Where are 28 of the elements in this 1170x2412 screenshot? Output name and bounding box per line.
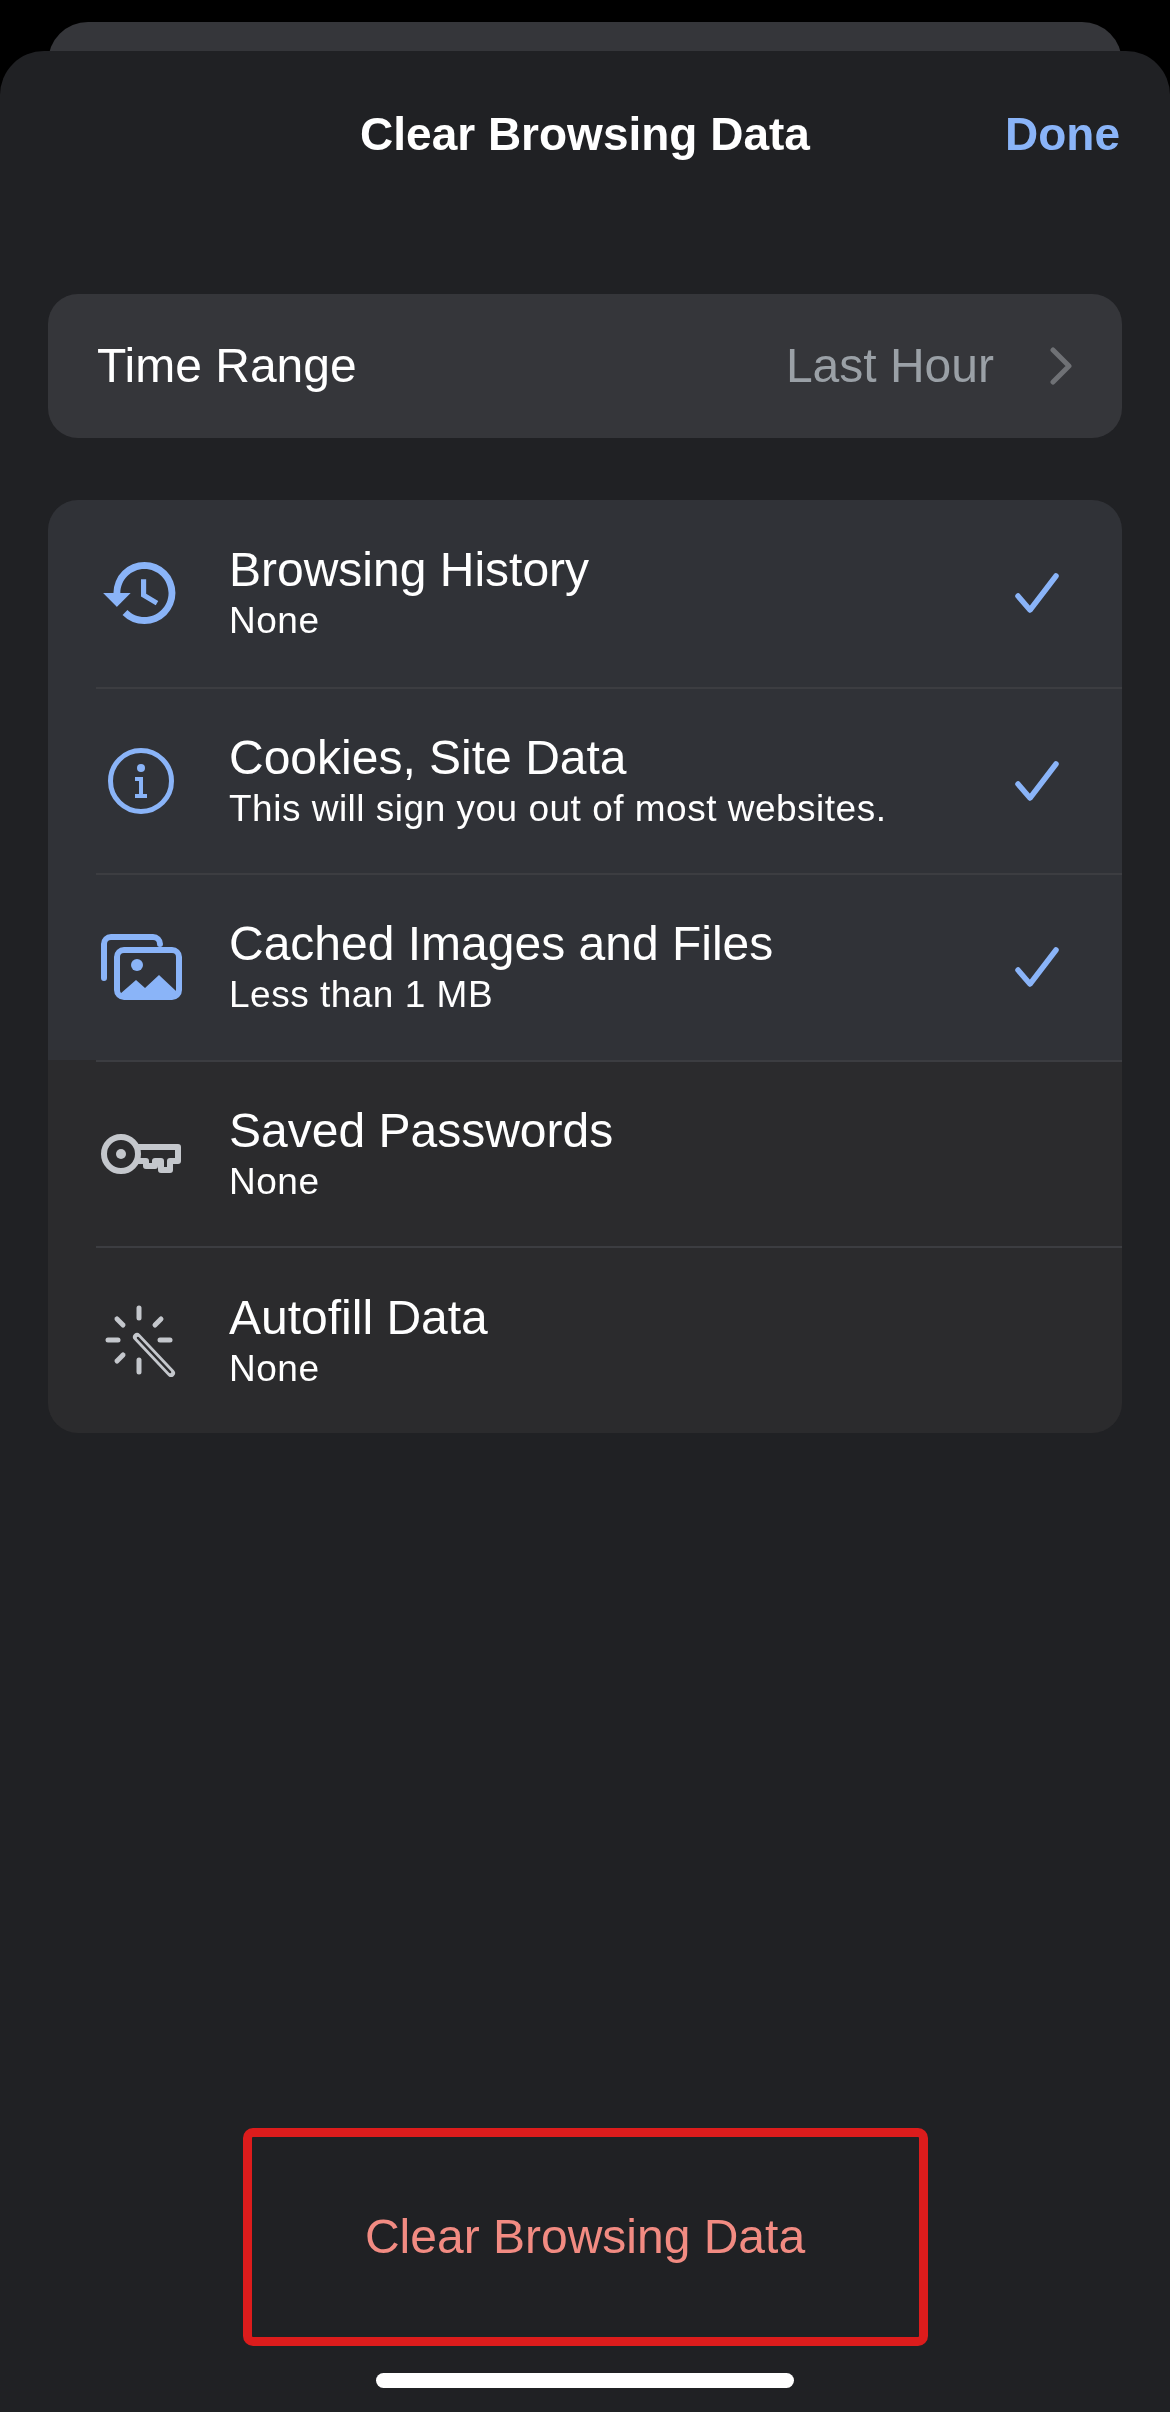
data-type-row[interactable]: Cookies, Site Data This will sign you out of most websites. [48,686,1122,874]
row-title: Cached Images and Files [229,916,774,973]
row-detail: Less than 1 MB [229,973,495,1018]
clear-data-button[interactable]: Clear Browsing Data [242,2128,928,2346]
data-type-row[interactable]: Cached Images and Files Less than 1 MB [48,873,1122,1060]
row-title: Autofill Data [229,1289,488,1346]
done-button[interactable]: Done [1005,111,1120,157]
row-detail: This will sign you out of most websites. [229,786,887,831]
time-range-row[interactable]: Time Range Last Hour [48,294,1122,438]
info-icon [107,746,175,815]
checkmark-icon [1014,759,1060,802]
row-title: Cookies, Site Data [229,729,628,786]
chevron-icon [1050,347,1072,385]
checkmark-icon [1014,572,1060,615]
row-title: Browsing History [229,542,590,599]
time-range-value: Last Hour [785,342,994,390]
row-detail: None [229,1160,321,1205]
time-range-label: Time Range [97,342,357,390]
row-title: Saved Passwords [229,1103,614,1160]
data-type-row[interactable]: Autofill Data None [48,1246,1122,1433]
row-detail: None [229,1346,321,1391]
data-type-row[interactable]: Browsing History None [48,500,1122,687]
magic-wand-icon [105,1304,177,1377]
images-icon [100,934,182,1001]
key-icon [100,1132,182,1177]
checkmark-icon [1014,946,1060,989]
data-type-row[interactable]: Saved Passwords None [48,1059,1122,1247]
row-detail: None [229,599,321,644]
